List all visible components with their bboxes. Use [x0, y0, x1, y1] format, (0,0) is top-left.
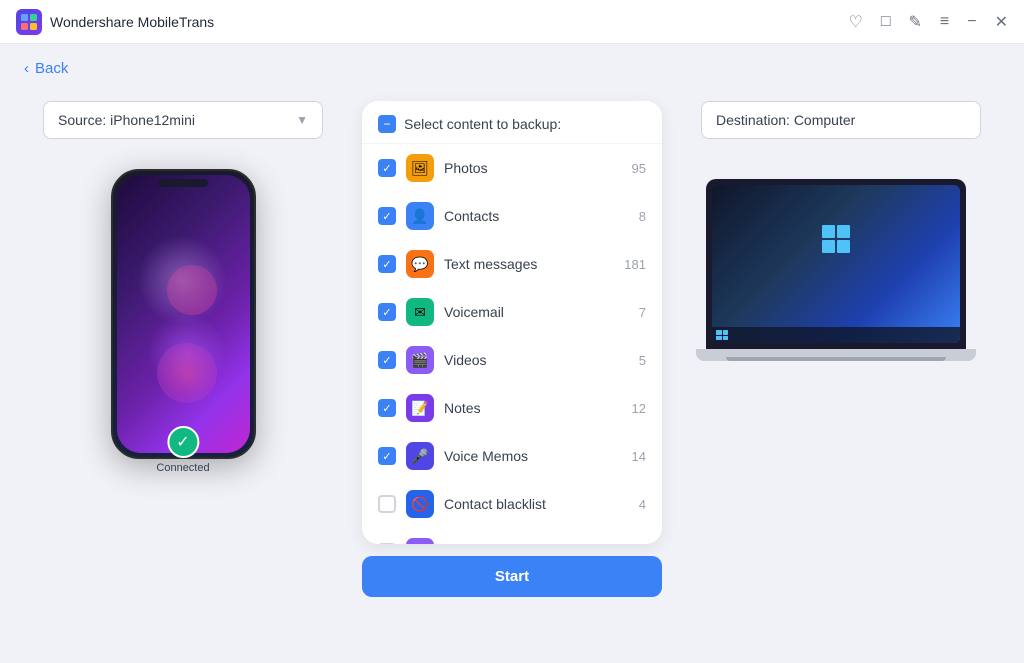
item-count: 4: [639, 497, 646, 512]
destination-label: Destination: Computer: [716, 112, 855, 128]
item-checkbox[interactable]: ✓: [378, 399, 396, 417]
select-all-checkbox[interactable]: −: [378, 115, 396, 133]
phone-screen: [117, 175, 250, 453]
item-icon: 👤: [406, 202, 434, 230]
laptop-screen: [712, 185, 960, 343]
item-checkbox[interactable]: ✓: [378, 303, 396, 321]
items-list: ✓🖼Photos95✓👤Contacts8✓💬Text messages181✓…: [362, 144, 662, 544]
content-layout: Source: iPhone12mini ▼ ✓ Connect: [24, 101, 1000, 628]
chevron-down-icon: ▼: [296, 113, 308, 127]
item-label: Contact blacklist: [444, 496, 629, 512]
item-label: Contacts: [444, 208, 629, 224]
panel-header: − Select content to backup:: [362, 101, 662, 144]
phone-notch: [158, 179, 208, 187]
list-item[interactable]: 📅Calendar7: [362, 528, 662, 544]
item-label: Voice Memos: [444, 448, 622, 464]
item-count: 5: [639, 353, 646, 368]
source-dropdown[interactable]: Source: iPhone12mini ▼: [43, 101, 323, 139]
screen-decor2: [167, 265, 217, 315]
item-icon: 🎬: [406, 346, 434, 374]
item-icon: 🎤: [406, 442, 434, 470]
item-label: Photos: [444, 160, 622, 176]
item-icon: ✉: [406, 298, 434, 326]
list-item[interactable]: ✓ 📝 Notes 12: [362, 384, 662, 432]
app-title: Wondershare MobileTrans: [50, 14, 214, 30]
item-checkbox[interactable]: ✓: [378, 447, 396, 465]
laptop-base: [696, 349, 976, 361]
main-content: ‹ Back Source: iPhone12mini ▼: [0, 44, 1024, 663]
item-label: Notes: [444, 400, 622, 416]
item-icon: 💬: [406, 250, 434, 278]
item-checkbox[interactable]: ✓: [378, 207, 396, 225]
laptop-screen-outer: [706, 179, 966, 349]
titlebar: Wondershare MobileTrans ♡ □ ✎ ≡ − ✕: [0, 0, 1024, 44]
list-item[interactable]: 🚫 Contact blacklist 4: [362, 480, 662, 528]
screen-circle: [157, 343, 217, 403]
win-tile-2: [837, 225, 850, 238]
item-checkbox[interactable]: ✓: [378, 159, 396, 177]
chat-icon[interactable]: □: [881, 13, 891, 31]
taskbar-win-4: [723, 336, 729, 341]
item-checkbox[interactable]: ✓: [378, 255, 396, 273]
list-item[interactable]: ✓ 🎤 Voice Memos 14: [362, 432, 662, 480]
backup-panel: − Select content to backup: ✓ 🖼 Photos 95 ✓ 👤…: [362, 101, 662, 544]
item-count: 12: [632, 401, 646, 416]
close-icon[interactable]: ✕: [995, 12, 1008, 32]
item-count: 7: [639, 305, 646, 320]
back-button[interactable]: ‹ Back: [24, 60, 1000, 77]
edit-icon[interactable]: ✎: [909, 12, 922, 32]
item-icon: 🖼: [406, 154, 434, 182]
item-checkbox[interactable]: [378, 495, 396, 513]
taskbar-win-3: [716, 336, 722, 341]
taskbar-win-1: [716, 330, 722, 335]
win-elements: [712, 195, 960, 253]
item-icon: 📝: [406, 394, 434, 422]
win-tile-4: [837, 240, 850, 253]
back-arrow-icon: ‹: [24, 60, 29, 77]
destination-header: Destination: Computer: [701, 101, 981, 139]
minimize-icon[interactable]: −: [967, 13, 976, 31]
list-item[interactable]: ✓ 👤 Contacts 8: [362, 192, 662, 240]
center-column: − Select content to backup: ✓ 🖼 Photos 95 ✓ 👤…: [362, 101, 662, 597]
list-item[interactable]: ✓ 🎬 Videos 5: [362, 336, 662, 384]
connected-icon: ✓: [167, 426, 199, 458]
app-logo: [16, 9, 42, 35]
item-count: 181: [624, 257, 646, 272]
item-label: Videos: [444, 352, 629, 368]
list-item[interactable]: ✓ 💬 Text messages 181: [362, 240, 662, 288]
item-icon: 📅: [406, 538, 434, 544]
user-icon[interactable]: ♡: [848, 12, 862, 32]
window-controls: ♡ □ ✎ ≡ − ✕: [848, 12, 1008, 32]
item-label: Voicemail: [444, 304, 629, 320]
win-tile-1: [822, 225, 835, 238]
item-checkbox[interactable]: ✓: [378, 351, 396, 369]
source-column: Source: iPhone12mini ▼ ✓ Connect: [24, 101, 342, 459]
destination-column: Destination: Computer: [682, 101, 1000, 361]
menu-icon[interactable]: ≡: [940, 13, 949, 31]
item-count: 14: [632, 449, 646, 464]
item-count: 95: [632, 161, 646, 176]
list-item[interactable]: ✓ ✉ Voicemail 7: [362, 288, 662, 336]
phone-body: [111, 169, 256, 459]
screen-taskbar: [712, 327, 960, 343]
win-tile-3: [822, 240, 835, 253]
start-button[interactable]: Start: [362, 556, 662, 597]
item-count: 8: [639, 209, 646, 224]
panel-header-text: Select content to backup:: [404, 116, 561, 132]
back-label: Back: [35, 60, 68, 77]
connected-badge: ✓ Connected: [156, 426, 209, 474]
list-item[interactable]: ✓ 🖼 Photos 95: [362, 144, 662, 192]
item-icon: 🚫: [406, 490, 434, 518]
phone-illustration: ✓ Connected: [111, 169, 256, 459]
laptop-illustration: [706, 179, 976, 361]
taskbar-win-2: [723, 330, 729, 335]
connected-text: Connected: [156, 462, 209, 474]
source-label: Source: iPhone12mini: [58, 112, 195, 128]
item-label: Text messages: [444, 256, 614, 272]
item-checkbox[interactable]: [378, 543, 396, 544]
